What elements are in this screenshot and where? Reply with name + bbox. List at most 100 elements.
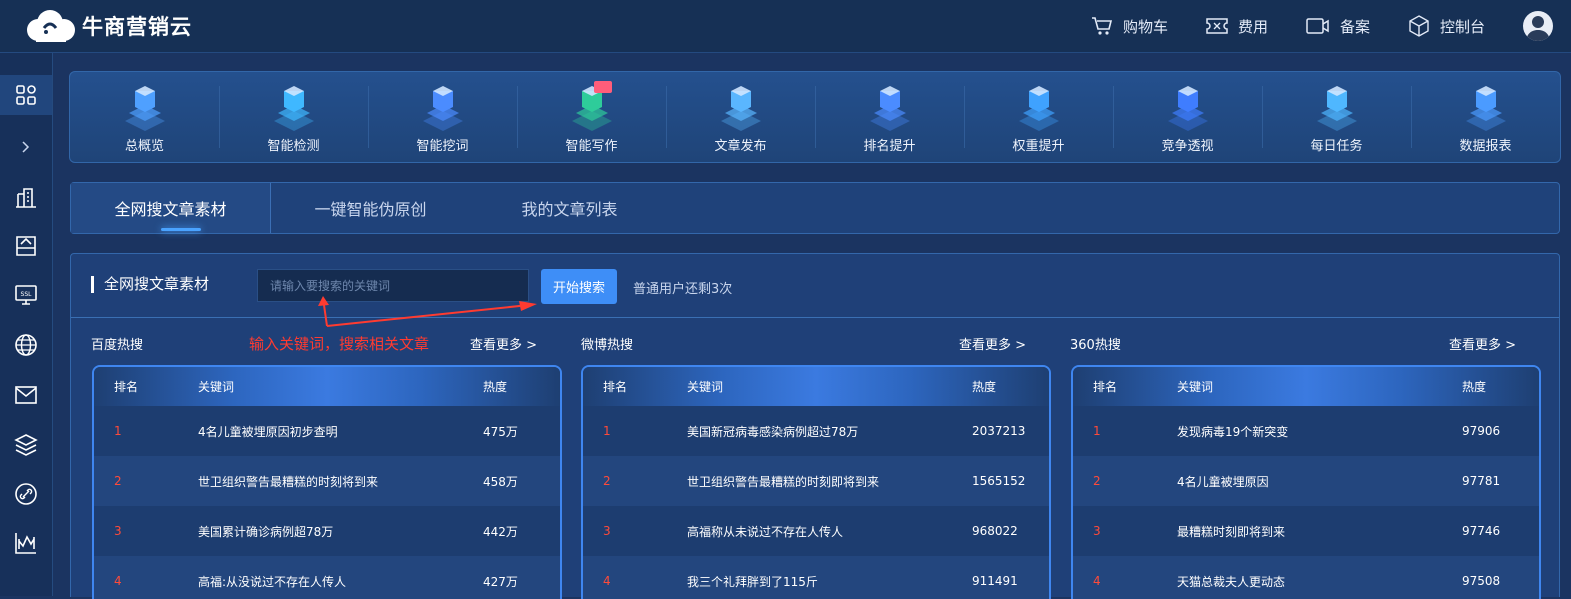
keyword-cell: 世卫组织警告最糟糕的时刻将到来 [198,474,379,489]
tab-label: 我的文章列表 [521,200,618,219]
module-icon [1167,86,1208,131]
sidebar-link[interactable] [0,474,52,514]
module-label: 每日任务 [1310,139,1363,154]
sidebar-mail[interactable] [0,375,52,415]
weibo-more-link[interactable]: 查看更多 > [959,334,1026,353]
sidebar-drive[interactable] [0,226,52,266]
table-row[interactable]: 2 世卫组织警告最糟糕的时刻将到来 458万 [94,456,560,506]
nav-console[interactable]: 控制台 [1408,15,1485,37]
module-item[interactable]: 总概览 [70,72,219,162]
table-row[interactable]: 3 高福称从未说过不存在人传人 968022 [583,506,1049,556]
camera-icon [1306,18,1329,34]
nav-console-label: 控制台 [1439,17,1485,36]
sidebar-report[interactable] [0,523,52,563]
heat-cell: 442万 [483,524,518,539]
module-label: 文章发布 [714,139,767,154]
module-icon [273,86,314,131]
heat-cell: 475万 [483,424,518,439]
table-row[interactable]: 2 世卫组织警告最糟糕的时刻即将到来 1565152 [583,456,1049,506]
module-item[interactable]: 数据报表 [1411,72,1560,162]
so360-more-link[interactable]: 查看更多 > [1449,334,1516,353]
tab-label: 全网搜文章素材 [114,200,227,219]
heat-cell: 97746 [1462,524,1501,538]
keyword-cell: 4名儿童被埋原因初步查明 [198,424,338,439]
baidu-more-link[interactable]: 查看更多 > [470,334,537,353]
cube-icon [1409,15,1429,37]
tab-my-articles[interactable]: 我的文章列表 [470,183,669,233]
rank-cell: 1 [1093,424,1101,438]
module-icon [571,81,612,131]
sidebar-ssl[interactable]: SSL [0,275,52,315]
rank-cell: 1 [603,424,611,438]
table-row[interactable]: 2 4名儿童被埋原因 97781 [1073,456,1539,506]
table-row[interactable]: 4 天猫总裁夫人更动态 97508 [1073,556,1539,599]
sidebar-domain[interactable] [0,325,52,365]
module-icon [1316,86,1357,131]
annotation-arrows [318,296,537,327]
keyword-cell: 4名儿童被埋原因 [1177,474,1269,489]
sidebar-layers[interactable] [0,425,52,465]
module-label: 竞争透视 [1161,139,1214,154]
rank-cell: 3 [603,524,611,538]
table-row[interactable]: 4 高福:从没说过不存在人传人 427万 [94,556,560,599]
keyword-cell: 我三个礼拜胖到了115斤 [687,574,818,589]
module-icon [422,86,463,131]
rank-header: 排名 [603,380,628,394]
sidebar-expand[interactable] [0,127,52,167]
nav-filing-label: 备案 [1339,17,1370,36]
keyword-cell: 高福:从没说过不存在人传人 [198,574,347,589]
sidebar-dashboard[interactable] [0,75,52,115]
heat-cell: 968022 [972,524,1018,538]
brand-logo[interactable]: 牛商营销云 [22,8,192,44]
module-item[interactable]: 每日任务 [1262,72,1411,162]
module-label: 排名提升 [863,139,916,154]
module-item[interactable]: 权重提升 [964,72,1113,162]
table-header: 排名 关键词 热度 [94,367,560,406]
table-row[interactable]: 3 美国累计确诊病例超78万 442万 [94,506,560,556]
tab-smart-rewrite[interactable]: 一键智能伪原创 [271,183,470,233]
module-item[interactable]: 智能写作 [517,72,666,162]
table-row[interactable]: 1 发现病毒19个新突变 97906 [1073,406,1539,456]
heat-cell: 97781 [1462,474,1501,488]
module-item[interactable]: 智能检测 [219,72,368,162]
tab-search-materials[interactable]: 全网搜文章素材 [71,183,271,233]
table-row[interactable]: 3 最糟糕时刻即将到来 97746 [1073,506,1539,556]
nav-filing[interactable]: 备案 [1306,16,1370,37]
chevron-right-icon [22,141,30,153]
nav-cart[interactable]: 购物车 [1091,16,1168,37]
left-sidebar: SSL [0,53,53,596]
so360-hot-title: 360热搜 [1070,338,1121,353]
heat-header: 热度 [1462,380,1487,394]
table-row[interactable]: 1 美国新冠病毒感染病例超过78万 2037213 [583,406,1049,456]
globe-icon [15,334,37,356]
keyword-cell: 高福称从未说过不存在人传人 [687,524,844,539]
ticket-icon [1206,18,1228,34]
nav-fees[interactable]: 费用 [1206,16,1268,37]
rank-cell: 4 [114,574,122,588]
rank-cell: 4 [603,574,611,588]
heat-cell: 97906 [1462,424,1501,438]
layers-icon [14,434,38,456]
rank-header: 排名 [1093,380,1118,394]
module-item[interactable]: 排名提升 [815,72,964,162]
baidu-hot-title: 百度热搜 [91,338,144,353]
module-icon [720,86,761,131]
module-icon [1018,86,1059,131]
keyword-header: 关键词 [687,380,724,394]
ssl-icon: SSL [15,285,37,305]
sidebar-building[interactable] [0,177,52,217]
building-icon [16,188,36,208]
module-label: 总概览 [124,139,164,154]
table-row[interactable]: 4 我三个礼拜胖到了115斤 911491 [583,556,1049,599]
link-icon [15,483,37,505]
heat-header: 热度 [483,380,508,394]
module-label: 智能挖词 [416,139,469,154]
user-avatar[interactable] [1523,11,1553,41]
table-row[interactable]: 1 4名儿童被埋原因初步查明 475万 [94,406,560,456]
module-item[interactable]: 智能挖词 [368,72,517,162]
heat-cell: 911491 [972,574,1018,588]
module-label: 智能写作 [565,139,618,154]
module-item[interactable]: 文章发布 [666,72,815,162]
svg-text:SSL: SSL [21,291,33,298]
module-item[interactable]: 竞争透视 [1113,72,1262,162]
